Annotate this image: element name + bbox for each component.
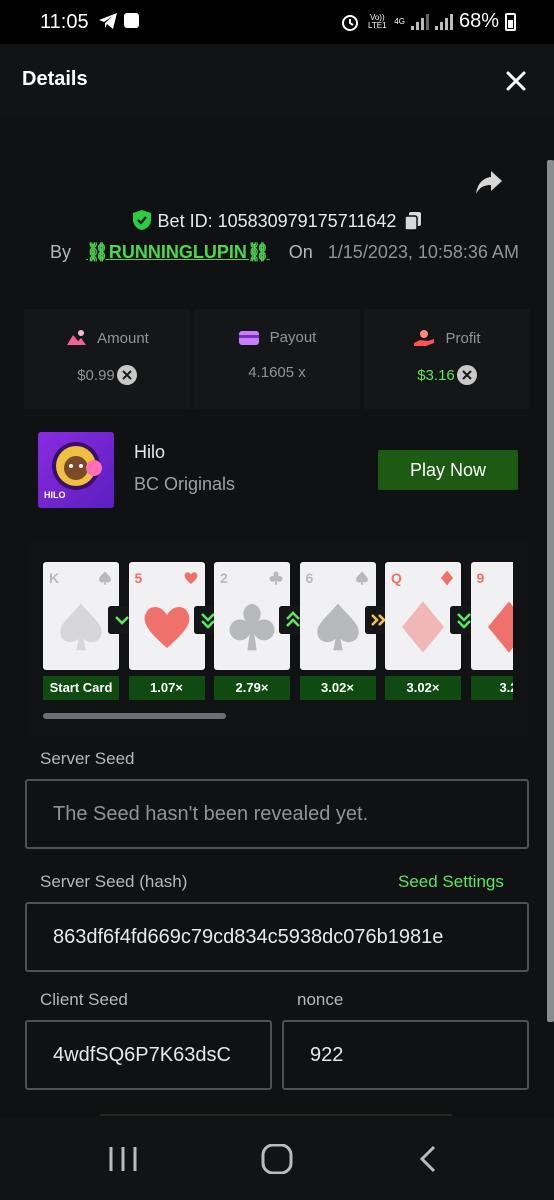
divider [100,1114,452,1116]
bet-by-line: By ⛓RUNNINGLUPIN⛓ On 1/15/2023, 10:58:36… [50,242,519,263]
server-seed-label: Server Seed [40,749,135,768]
multiplier-badge: 1.07× [128,676,205,700]
by-label: By [50,242,72,262]
game-name: Hilo [134,442,166,462]
home-icon[interactable] [257,1144,297,1174]
client-seed-label: Client Seed [40,990,128,1009]
server-hash-label: Server Seed (hash) [40,872,188,891]
on-label: On [288,242,313,262]
multiplier-badge: 3.02× [385,676,461,700]
copy-icon[interactable] [404,211,422,231]
club-pip-icon [229,603,275,651]
amount-label: Amount [97,329,149,347]
telegram-icon [99,13,117,29]
game-thumbnail[interactable]: HILO [38,432,114,508]
spade-icon [355,571,368,585]
spade-icon [99,571,111,585]
bet-id: Bet ID: 105830979175711642 [157,211,397,231]
modal-title: Details [22,68,88,90]
stat-amount: Amount $0.99 [24,309,190,409]
bet-stats: Amount $0.99 Payout 4.1605 x Profit $3.1… [24,309,530,409]
battery-percent: 68% [458,10,499,32]
card-rank: 9 [476,570,485,586]
heart-icon [184,572,197,584]
share-icon[interactable] [474,168,504,196]
cards-strip[interactable]: K Start Card 5 1.07× 2 2.79× 6 3.02× Q 3.02× 9 3.2 [43,562,513,702]
club-icon [269,571,283,585]
nonce-label: nonce [297,990,344,1009]
multiplier-badge: 3.02× [299,676,376,700]
back-icon[interactable] [412,1144,452,1174]
stat-payout: Payout 4.1605 x [194,309,360,409]
thumb-text: HILO [44,490,66,500]
face-card-art [402,601,444,653]
game-info: HILO Hilo BC Originals Play Now [38,432,518,510]
recent-apps-icon[interactable] [103,1144,143,1174]
multiplier-badge: Start Card [43,676,119,700]
server-seed-field[interactable]: The Seed hasn't been revealed yet. [25,779,529,849]
payout-card-icon [238,330,259,345]
volte-indicator: Vo)) LTE1 [368,12,387,30]
alarm-icon [342,14,359,31]
heart-pip-icon [144,607,189,648]
multiplier-badge: 3.2 [470,676,513,700]
close-icon[interactable] [503,68,529,94]
card-rank: 6 [305,570,314,586]
currency-x-icon [116,365,137,385]
card-rank: K [49,570,60,586]
card-rank: Q [391,570,402,586]
payout-value: 4.1605 x [248,364,306,381]
vertical-scrollbar[interactable] [547,160,554,1022]
card-6: 9 [470,562,513,670]
status-bar: 11:05 Vo)) LTE1 4G 68% [0,0,554,44]
currency-x-icon [456,365,477,385]
card-rank: 5 [134,570,143,586]
diamond-icon [441,570,453,586]
bet-details-modal: Details Bet ID: 105830979175711642 By ⛓R… [0,44,554,1118]
game-provider: BC Originals [134,474,236,494]
checkbox-notification-icon [124,13,139,28]
bet-date: 1/15/2023, 10:58:36 AM [327,242,519,262]
modal-header: Details [0,44,554,116]
system-nav-bar [0,1118,554,1200]
diamond-pip-icon [487,601,513,653]
battery-icon [505,12,516,31]
amount-value: $0.99 [77,366,115,384]
card-rank: 2 [220,570,228,586]
nonce-field[interactable]: 922 [282,1020,529,1090]
signal2-icon [434,13,453,30]
player-username[interactable]: ⛓RUNNINGLUPIN⛓ [86,242,270,262]
multiplier-badge: 2.79× [214,676,290,700]
seed-settings-link[interactable]: Seed Settings [398,872,504,892]
stat-profit: Profit $3.16 [364,309,530,409]
play-now-button[interactable]: Play Now [378,450,518,490]
amount-icon [67,330,87,345]
signal-icon [410,13,429,30]
horizontal-scrollbar[interactable] [43,713,226,719]
network-indicator: 4G [394,16,405,26]
client-seed-field[interactable]: 4wdfSQ6P7K63dsC [25,1020,272,1090]
shield-check-icon [132,210,151,230]
bet-id-line: Bet ID: 105830979175711642 [0,209,554,232]
server-hash-field[interactable]: 863df6f4fd669c79cd834c5938dc076b1981e [25,902,529,972]
payout-label: Payout [269,329,317,346]
profit-label: Profit [445,329,481,347]
spade-pip-icon [316,603,359,651]
cards-history: K Start Card 5 1.07× 2 2.79× 6 3.02× Q 3.02× 9 3.2 [28,540,530,736]
status-time: 11:05 [40,11,89,33]
profit-value: $3.16 [417,366,455,384]
profit-hand-icon [414,330,435,346]
face-card-art [60,603,102,651]
